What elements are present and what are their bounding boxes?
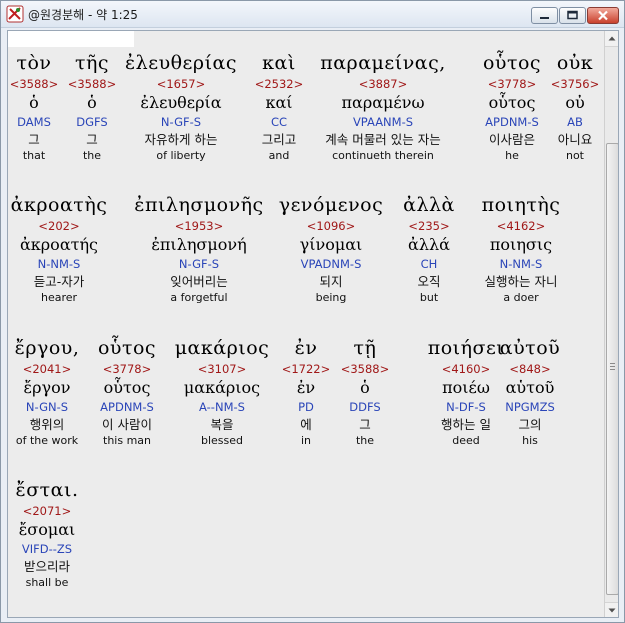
word-morph: NPGMZS: [505, 400, 555, 414]
scroll-down-button[interactable]: [605, 602, 618, 617]
word-lemma: αὑτοῦ: [505, 378, 555, 397]
word-block[interactable]: αὐτοῦ <848> αὑτοῦ NPGMZS 그의 his: [450, 334, 610, 448]
scroll-up-button[interactable]: [605, 31, 618, 47]
word-lemma: οὐ: [565, 93, 585, 112]
word-greek: οὐκ: [556, 52, 594, 74]
word-block[interactable]: ποιητὴς <4162> ποιησις N-NM-S 실행하는 자니 a doer: [441, 191, 601, 305]
word-english: not: [565, 149, 584, 162]
word-english: a doer: [503, 291, 539, 304]
word-korean: 아니요: [557, 132, 593, 147]
close-icon: [598, 10, 608, 21]
arrow-up-icon: [608, 36, 616, 41]
word-lemma: ἔσομαι: [18, 520, 76, 539]
scroll-thumb[interactable]: [606, 143, 618, 595]
thumb-grip: [610, 363, 615, 364]
title-bar[interactable]: @원경분해 - 약 1:25: [1, 1, 624, 28]
word-strong[interactable]: <848>: [450, 362, 610, 376]
word-strong[interactable]: <4162>: [441, 219, 601, 233]
interlinear-view[interactable]: τὸν <3588> ὁ DAMS 그 that τῆς <3588> ὁ DGFS 그 the ἐλε…: [7, 30, 619, 618]
word-strong[interactable]: <2071>: [8, 504, 127, 518]
word-morph: VIFD--ZS: [21, 542, 73, 556]
vertical-scrollbar[interactable]: [604, 31, 618, 617]
word-morph: N-NM-S: [499, 257, 543, 271]
word-greek: ποιητὴς: [481, 194, 561, 216]
maximize-icon: [567, 10, 578, 20]
verse-content: τὸν <3588> ὁ DAMS 그 that τῆς <3588> ὁ DGFS 그 the ἐλε…: [8, 31, 602, 617]
word-english: his: [522, 434, 538, 447]
word-greek: αὐτοῦ: [499, 337, 561, 359]
minimize-button[interactable]: [531, 7, 558, 24]
word-lemma: ποιησις: [489, 235, 553, 254]
word-morph: AB: [567, 115, 583, 129]
thumb-grip: [610, 369, 615, 370]
window-title: @원경분해 - 약 1:25: [28, 8, 138, 22]
word-strong[interactable]: <3756>: [495, 77, 618, 91]
word-block[interactable]: οὐκ <3756> οὐ AB 아니요 not: [495, 49, 618, 163]
word-korean: 그의: [518, 417, 542, 432]
word-english: shall be: [25, 576, 69, 589]
word-block[interactable]: ἔσται. <2071> ἔσομαι VIFD--ZS 받으리라 shall be: [8, 476, 127, 590]
maximize-button[interactable]: [559, 7, 586, 24]
word-korean: 받으리라: [23, 559, 70, 574]
word-greek: ἔσται.: [15, 479, 79, 501]
minimize-icon: [540, 17, 549, 19]
arrow-down-icon: [608, 608, 616, 613]
thumb-grip: [610, 366, 615, 367]
app-icon: [6, 5, 24, 23]
app-window: @원경분해 - 약 1:25 τὸν <3588> ὁ DAMS 그 that τῆς <35…: [0, 0, 625, 623]
word-korean: 실행하는 자니: [484, 274, 558, 289]
close-button[interactable]: [587, 7, 619, 24]
